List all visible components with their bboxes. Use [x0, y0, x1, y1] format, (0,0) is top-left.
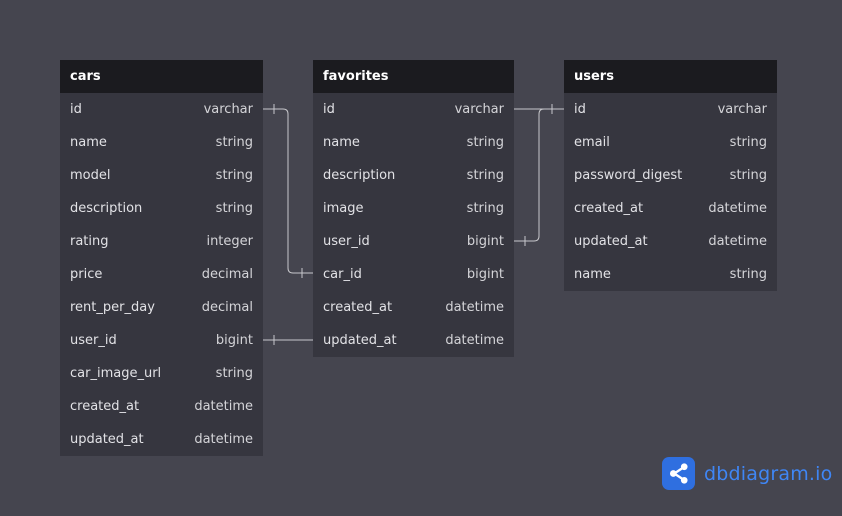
- field-row-cars-car-image-url[interactable]: car_image_url string: [60, 357, 263, 390]
- field-row-favorites-description[interactable]: description string: [313, 159, 514, 192]
- table-cars[interactable]: cars id varchar name string model string descr…: [60, 60, 263, 456]
- field-type: string: [729, 168, 767, 183]
- field-row-favorites-id[interactable]: id varchar: [313, 93, 514, 126]
- field-name: description: [323, 168, 396, 183]
- field-type: string: [466, 168, 504, 183]
- field-name: name: [323, 135, 360, 150]
- table-header-cars[interactable]: cars: [60, 60, 263, 93]
- field-type: string: [215, 366, 253, 381]
- field-row-cars-created-at[interactable]: created_at datetime: [60, 390, 263, 423]
- field-type: string: [466, 201, 504, 216]
- field-row-favorites-name[interactable]: name string: [313, 126, 514, 159]
- field-name: name: [574, 267, 611, 282]
- field-row-users-name[interactable]: name string: [564, 258, 777, 291]
- field-name: created_at: [323, 300, 393, 315]
- field-row-favorites-updated-at[interactable]: updated_at datetime: [313, 324, 514, 357]
- relation-favorites-user-id-users-id: [514, 108, 564, 242]
- field-row-users-email[interactable]: email string: [564, 126, 777, 159]
- field-name: car_image_url: [70, 366, 162, 381]
- field-row-cars-rent-per-day[interactable]: rent_per_day decimal: [60, 291, 263, 324]
- field-name: password_digest: [574, 168, 683, 183]
- field-name: image: [323, 201, 364, 216]
- field-type: integer: [206, 234, 253, 249]
- share-nodes-icon: [662, 457, 695, 490]
- relation-cars-id-favorites-car-id: [263, 108, 313, 274]
- field-type: datetime: [708, 201, 767, 216]
- field-type: datetime: [194, 432, 253, 447]
- dbdiagram-brand[interactable]: dbdiagram.io: [662, 457, 832, 490]
- field-row-favorites-image[interactable]: image string: [313, 192, 514, 225]
- field-row-cars-model[interactable]: model string: [60, 159, 263, 192]
- field-type: string: [729, 135, 767, 150]
- table-header-favorites[interactable]: favorites: [313, 60, 514, 93]
- field-type: string: [215, 135, 253, 150]
- table-fields-favorites: id varchar name string description string imag…: [313, 93, 514, 357]
- field-row-favorites-created-at[interactable]: created_at datetime: [313, 291, 514, 324]
- field-name: rating: [70, 234, 109, 249]
- field-type: bigint: [466, 234, 504, 249]
- field-type: string: [215, 201, 253, 216]
- field-name: updated_at: [574, 234, 648, 249]
- field-type: datetime: [445, 333, 504, 348]
- brand-name: dbdiagram.io: [704, 462, 833, 485]
- field-type: bigint: [466, 267, 504, 282]
- field-row-users-id[interactable]: id varchar: [564, 93, 777, 126]
- field-row-cars-rating[interactable]: rating integer: [60, 225, 263, 258]
- field-name: id: [70, 102, 82, 117]
- field-row-cars-user-id[interactable]: user_id bigint: [60, 324, 263, 357]
- field-row-users-created-at[interactable]: created_at datetime: [564, 192, 777, 225]
- field-row-cars-name[interactable]: name string: [60, 126, 263, 159]
- field-row-cars-price[interactable]: price decimal: [60, 258, 263, 291]
- field-type: varchar: [203, 102, 253, 117]
- field-name: price: [70, 267, 103, 282]
- table-users[interactable]: users id varchar email string password_diges…: [564, 60, 777, 291]
- field-row-cars-description[interactable]: description string: [60, 192, 263, 225]
- field-name: created_at: [574, 201, 644, 216]
- field-row-favorites-user-id[interactable]: user_id bigint: [313, 225, 514, 258]
- field-name: user_id: [323, 234, 370, 249]
- field-row-users-password-digest[interactable]: password_digest string: [564, 159, 777, 192]
- field-type: string: [466, 135, 504, 150]
- table-fields-cars: id varchar name string model string descriptio…: [60, 93, 263, 456]
- field-type: bigint: [215, 333, 253, 348]
- field-name: id: [323, 102, 335, 117]
- field-type: string: [215, 168, 253, 183]
- field-row-cars-id[interactable]: id varchar: [60, 93, 263, 126]
- field-name: created_at: [70, 399, 140, 414]
- field-name: email: [574, 135, 610, 150]
- table-header-users[interactable]: users: [564, 60, 777, 93]
- field-row-users-updated-at[interactable]: updated_at datetime: [564, 225, 777, 258]
- table-favorites[interactable]: favorites id varchar name string description…: [313, 60, 514, 357]
- field-type: datetime: [194, 399, 253, 414]
- field-name: id: [574, 102, 586, 117]
- field-type: datetime: [445, 300, 504, 315]
- field-type: varchar: [717, 102, 767, 117]
- field-name: car_id: [323, 267, 362, 282]
- field-type: decimal: [201, 300, 253, 315]
- field-name: user_id: [70, 333, 117, 348]
- field-type: datetime: [708, 234, 767, 249]
- field-row-cars-updated-at[interactable]: updated_at datetime: [60, 423, 263, 456]
- field-name: updated_at: [323, 333, 397, 348]
- field-name: model: [70, 168, 111, 183]
- field-type: string: [729, 267, 767, 282]
- field-name: name: [70, 135, 107, 150]
- field-type: decimal: [201, 267, 253, 282]
- diagram-canvas[interactable]: cars id varchar name string model string descr…: [0, 0, 842, 516]
- field-name: updated_at: [70, 432, 144, 447]
- field-type: varchar: [454, 102, 504, 117]
- table-fields-users: id varchar email string password_digest strin…: [564, 93, 777, 291]
- field-name: description: [70, 201, 143, 216]
- field-row-favorites-car-id[interactable]: car_id bigint: [313, 258, 514, 291]
- field-name: rent_per_day: [70, 300, 155, 315]
